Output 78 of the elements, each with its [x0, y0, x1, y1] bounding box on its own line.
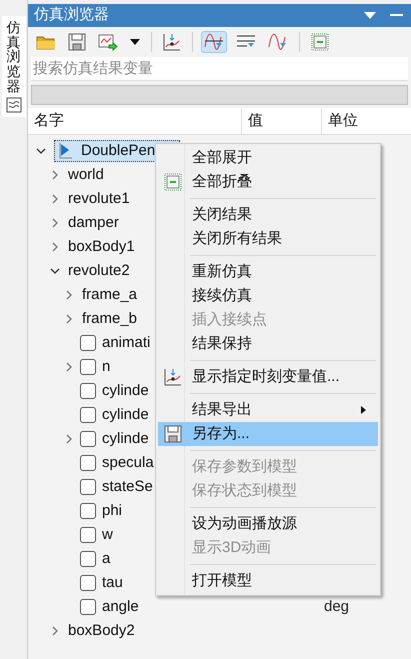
- checkbox[interactable]: [80, 407, 96, 423]
- save-icon: [164, 425, 182, 443]
- checkbox[interactable]: [80, 575, 96, 591]
- checkbox[interactable]: [80, 599, 96, 615]
- chevron-right-icon[interactable]: [50, 242, 60, 252]
- checkbox[interactable]: [80, 455, 96, 471]
- side-tab[interactable]: 仿真浏览器: [2, 16, 26, 118]
- tree-item[interactable]: phi: [102, 500, 122, 522]
- tree-item[interactable]: frame_a: [82, 284, 138, 306]
- wave-icon: [6, 97, 22, 114]
- toolbar-button[interactable]: [201, 31, 227, 53]
- tree-item[interactable]: cylinde: [102, 380, 149, 402]
- column-header[interactable]: 名字: [28, 108, 242, 134]
- chevron-right-icon[interactable]: [64, 290, 74, 300]
- curve-filter-icon: [204, 33, 224, 51]
- tree-item[interactable]: revolute2: [68, 260, 130, 282]
- menu-item[interactable]: 设为动画播放源: [158, 512, 378, 536]
- tree-item[interactable]: n: [102, 356, 110, 378]
- chart-marker-icon: [164, 368, 182, 386]
- tree-item[interactable]: stateSe: [102, 476, 153, 498]
- chevron-right-icon[interactable]: [64, 314, 74, 324]
- dropdown-icon[interactable]: [364, 12, 376, 20]
- tree-item[interactable]: cylinde: [102, 428, 149, 450]
- checkbox[interactable]: [80, 383, 96, 399]
- menu-item[interactable]: 打开模型: [158, 569, 378, 593]
- menu-item[interactable]: 结果保持: [158, 332, 378, 356]
- folder-icon: [36, 34, 56, 50]
- chevron-right-icon[interactable]: [50, 626, 60, 636]
- checkbox[interactable]: [80, 479, 96, 495]
- column-header[interactable]: 值: [242, 108, 322, 134]
- menu-item[interactable]: 结果导出: [158, 398, 378, 422]
- collapse-all-icon: [164, 173, 182, 191]
- tree-item[interactable]: revolute1: [68, 188, 130, 210]
- tree-item[interactable]: a: [102, 548, 110, 570]
- save-icon: [68, 33, 86, 51]
- chevron-right-icon[interactable]: [64, 362, 74, 372]
- submenu-arrow-icon: [361, 406, 366, 414]
- chevron-down-icon[interactable]: [50, 266, 60, 276]
- tree-item[interactable]: damper: [68, 212, 119, 234]
- menu-item[interactable]: 接续仿真: [158, 284, 378, 308]
- checkbox[interactable]: [80, 527, 96, 543]
- chevron-right-icon[interactable]: [50, 218, 60, 228]
- checkbox[interactable]: [80, 431, 96, 447]
- tree-item[interactable]: tau: [102, 572, 123, 594]
- tree-item[interactable]: boxBody1: [68, 236, 135, 258]
- tree-item[interactable]: boxBody2: [68, 620, 135, 642]
- tree-item[interactable]: world: [68, 164, 104, 186]
- tree-item[interactable]: cylinde: [102, 404, 149, 426]
- collapse-all-icon: [311, 33, 329, 51]
- play-icon: [59, 143, 73, 159]
- tree-item[interactable]: angle: [102, 596, 139, 618]
- chevron-right-icon[interactable]: [50, 170, 60, 180]
- unit-cell-text: deg: [324, 596, 350, 617]
- chart-export-icon: [98, 33, 118, 51]
- checkbox[interactable]: [80, 503, 96, 519]
- menu-item[interactable]: 全部折叠: [158, 170, 378, 194]
- menu-item[interactable]: 关闭所有结果: [158, 227, 378, 251]
- tree-item[interactable]: w: [102, 524, 113, 546]
- panel-header: 仿真浏览器: [28, 4, 411, 27]
- checkbox[interactable]: [80, 551, 96, 567]
- tree-item[interactable]: frame_b: [82, 308, 138, 330]
- column-header[interactable]: 单位: [322, 108, 411, 134]
- chevron-right-icon[interactable]: [64, 434, 74, 444]
- menu-item[interactable]: 显示指定时刻变量值...: [158, 365, 378, 389]
- caret-icon: [130, 39, 140, 45]
- tree-item[interactable]: animati: [102, 332, 150, 354]
- chart-marker-icon: [163, 33, 181, 51]
- tree-item[interactable]: specula: [102, 452, 154, 474]
- minimize-icon[interactable]: [390, 14, 403, 17]
- menu-item[interactable]: 重新仿真: [158, 260, 378, 284]
- menu-item[interactable]: 另存为...: [158, 422, 378, 446]
- search-field[interactable]: 搜索仿真结果变量: [31, 57, 408, 81]
- checkbox[interactable]: [80, 359, 96, 375]
- chevron-right-icon[interactable]: [50, 194, 60, 204]
- checkbox[interactable]: [80, 335, 96, 351]
- chevron-down-icon[interactable]: [36, 146, 46, 156]
- menu-item[interactable]: 关闭结果: [158, 203, 378, 227]
- curve-filter-icon: [268, 33, 288, 51]
